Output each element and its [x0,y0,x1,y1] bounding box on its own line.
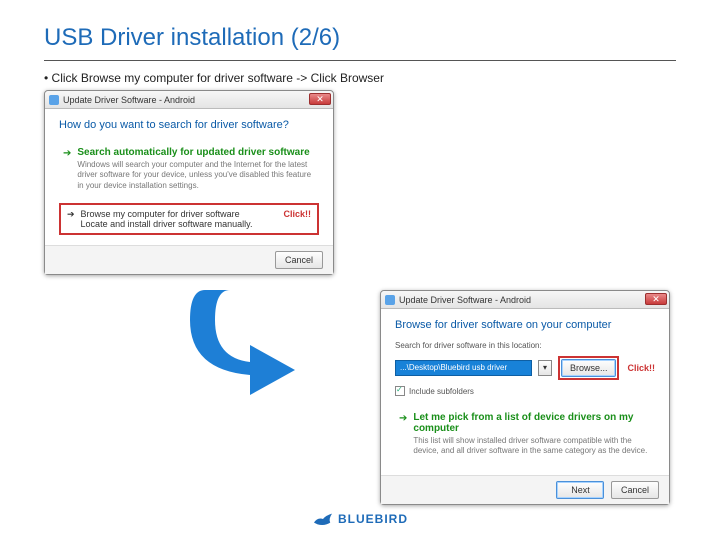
include-subfolders-label: Include subfolders [409,387,474,396]
update-driver-dialog-1: Update Driver Software - Android ✕ How d… [44,90,334,275]
bird-icon [312,510,334,528]
arrow-icon: ➔ [67,209,75,220]
close-icon[interactable]: ✕ [645,293,667,305]
option-desc: This list will show installed driver sof… [413,436,651,457]
browse-highlight: Browse... [558,356,620,380]
slide-title: USB Driver installation (2/6) [0,0,720,60]
chevron-down-icon[interactable]: ▾ [538,360,552,376]
dialog1-titlebar[interactable]: Update Driver Software - Android ✕ [45,91,333,109]
driver-path-input[interactable]: ...\Desktop\Bluebird usb driver [395,360,532,376]
click-annotation: Click!! [627,363,655,373]
search-location-label: Search for driver software in this locat… [395,341,655,350]
brand-name: BLUEBIRD [338,512,408,526]
include-subfolders-checkbox[interactable]: Include subfolders [395,386,655,396]
dialog2-titlebar[interactable]: Update Driver Software - Android ✕ [381,291,669,309]
option-title: Search automatically for updated driver … [77,147,315,158]
click-annotation: Click!! [283,209,311,219]
cancel-button[interactable]: Cancel [275,251,323,269]
arrow-icon: ➔ [63,148,71,191]
let-me-pick-option[interactable]: ➔ Let me pick from a list of device driv… [395,406,655,463]
checkbox-icon [395,386,405,396]
dialog2-title: Update Driver Software - Android [399,295,531,305]
option-desc: Windows will search your computer and th… [77,160,315,191]
instruction-bullet: Click Browse my computer for driver soft… [0,71,720,85]
dialog2-footer: Next Cancel [381,475,669,504]
title-rule [44,60,676,61]
browse-my-computer-option[interactable]: ➔ Browse my computer for driver software… [59,203,319,235]
browse-button[interactable]: Browse... [561,359,617,377]
option-desc: Locate and install driver software manua… [81,219,270,229]
flow-arrow-icon [170,280,310,420]
cancel-button[interactable]: Cancel [611,481,659,499]
window-icon [385,295,395,305]
dialog1-heading: How do you want to search for driver sof… [59,119,319,131]
bluebird-logo: BLUEBIRD [312,510,408,528]
search-automatically-option[interactable]: ➔ Search automatically for updated drive… [59,141,319,197]
close-icon[interactable]: ✕ [309,93,331,105]
dialog1-footer: Cancel [45,245,333,274]
dialog1-title: Update Driver Software - Android [63,95,195,105]
window-icon [49,95,59,105]
next-button[interactable]: Next [556,481,604,499]
option-title: Browse my computer for driver software [81,209,270,219]
option-title: Let me pick from a list of device driver… [413,412,651,434]
dialog2-heading: Browse for driver software on your compu… [395,319,655,331]
update-driver-dialog-2: Update Driver Software - Android ✕ Brows… [380,290,670,505]
arrow-icon: ➔ [399,413,407,457]
